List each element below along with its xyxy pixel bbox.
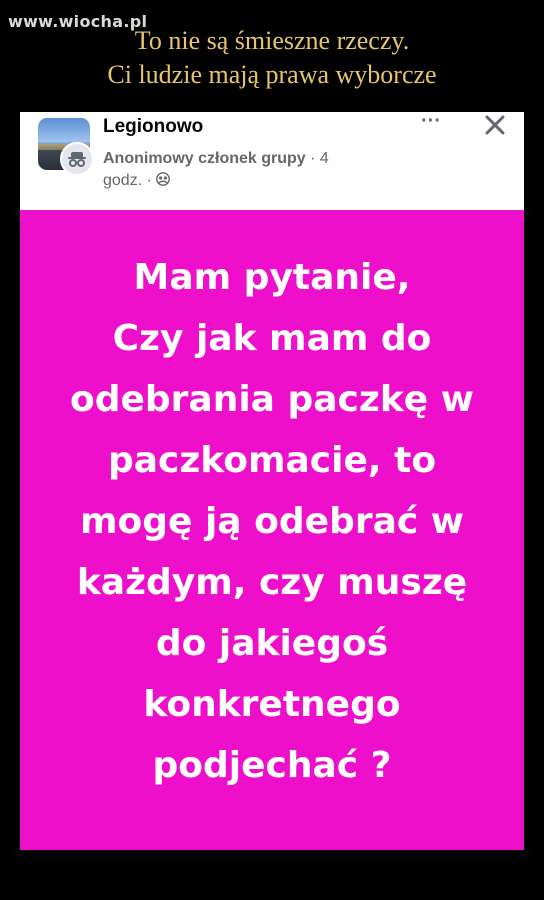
watermark: www.wiocha.pl [8,12,148,31]
post-text-line: podjechać ? [152,744,392,786]
meme-caption: To nie są śmieszne rzeczy. Ci ludzie maj… [0,24,544,92]
more-icon[interactable]: ··· [418,111,444,134]
post-text-line: mogę ją odebrać w [80,500,464,542]
post-card: Legionowo Anonimowy członek grupy · 4 go… [20,111,524,850]
post-text-line: każdym, czy muszę [76,561,468,603]
anonymous-icon [60,142,94,176]
member-suffix: · 4 [305,150,329,167]
time-label: godz. · [103,172,152,189]
member-name[interactable]: Anonimowy członek grupy [103,150,306,167]
post-text: Mam pytanie, Czy jak mam do odebrania pacz… [42,247,502,796]
post-time: godz. · [103,170,171,192]
post-text-line: konkretnego [143,683,401,725]
post-text-line: odebrania paczkę w [69,378,475,420]
group-audience-icon [156,172,171,186]
member-line: Anonimowy członek grupy · 4 [103,148,403,170]
post-text-line: do jakiegoś [155,622,389,664]
group-name[interactable]: Legionowo [103,116,203,138]
post-header: Legionowo Anonimowy członek grupy · 4 go… [20,111,524,210]
post-background: Mam pytanie, Czy jak mam do odebrania pacz… [20,210,524,850]
caption-line-2: Ci ludzie mają prawa wyborcze [107,60,437,89]
post-text-line: Mam pytanie, [133,256,411,298]
post-text-line: paczkomacie, to [107,439,437,481]
post-text-line: Czy jak mam do [112,317,432,359]
close-icon[interactable] [482,112,508,138]
